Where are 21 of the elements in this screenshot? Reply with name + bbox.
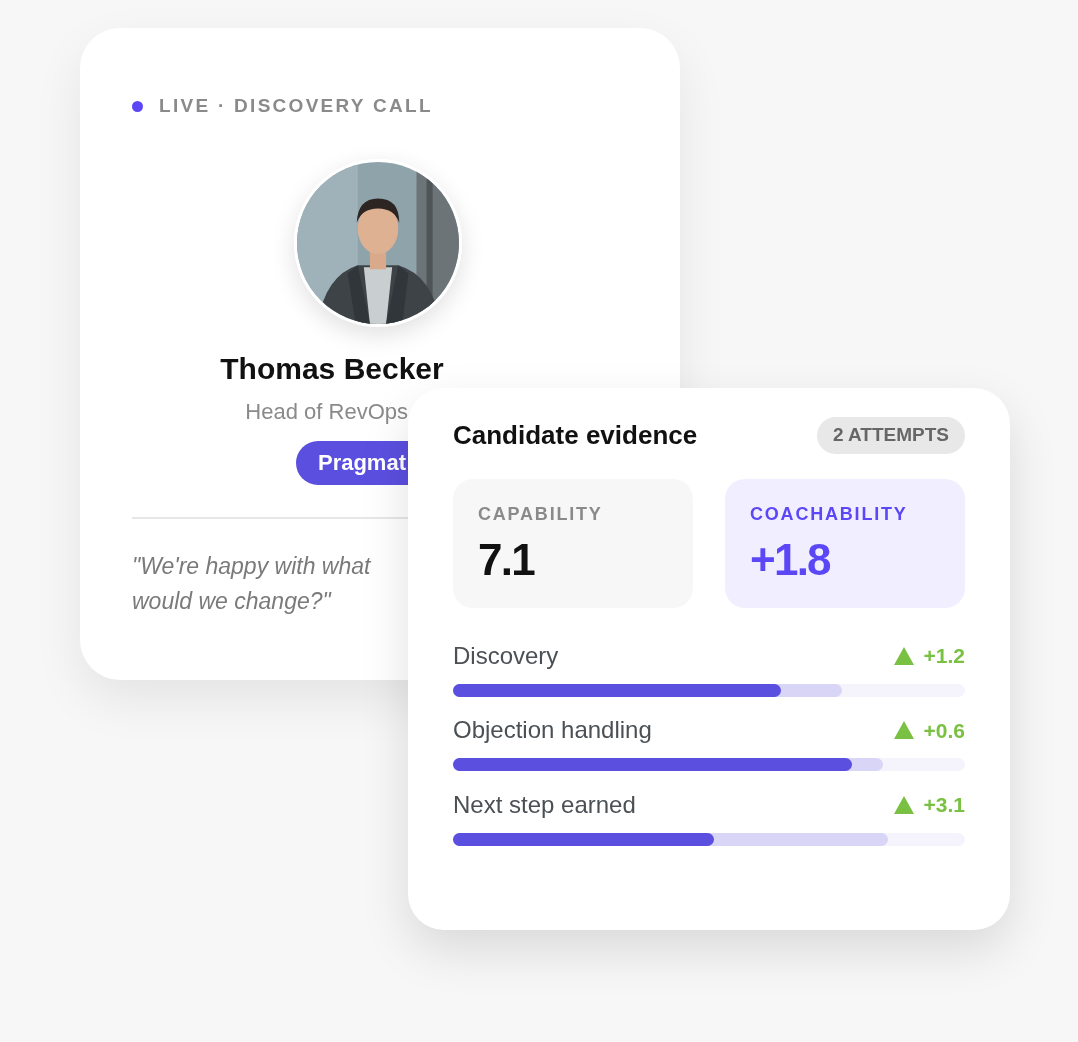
stat-value: +1.8 <box>750 534 830 586</box>
skill-delta: +0.6 <box>923 717 965 744</box>
stat-label: CAPABILITY <box>478 503 603 526</box>
persona-badge: Pragmat <box>295 440 408 485</box>
skill-delta: +3.1 <box>923 792 965 818</box>
skill-label: Objection handling <box>453 715 652 746</box>
up-triangle-icon <box>893 795 914 814</box>
attempts-badge: 2 ATTEMPTS <box>816 417 965 454</box>
quote-line: "We're happy with what <box>132 551 371 581</box>
stat-label: COACHABILITY <box>750 503 908 526</box>
stat-value: 7.1 <box>478 534 534 586</box>
up-triangle-icon <box>893 721 914 740</box>
call-status: LIVE · DISCOVERY CALL <box>159 94 433 118</box>
skill-delta: +1.2 <box>923 643 965 669</box>
skill-label: Discovery <box>453 640 559 671</box>
contact-role: Head of RevOps <box>245 397 408 426</box>
skill-label: Next step earned <box>453 789 636 820</box>
contact-name: Thomas Becker <box>220 350 444 387</box>
quote-line: would we change?" <box>132 586 331 616</box>
card-title: Candidate evidence <box>453 419 698 452</box>
up-triangle-icon <box>893 646 914 665</box>
